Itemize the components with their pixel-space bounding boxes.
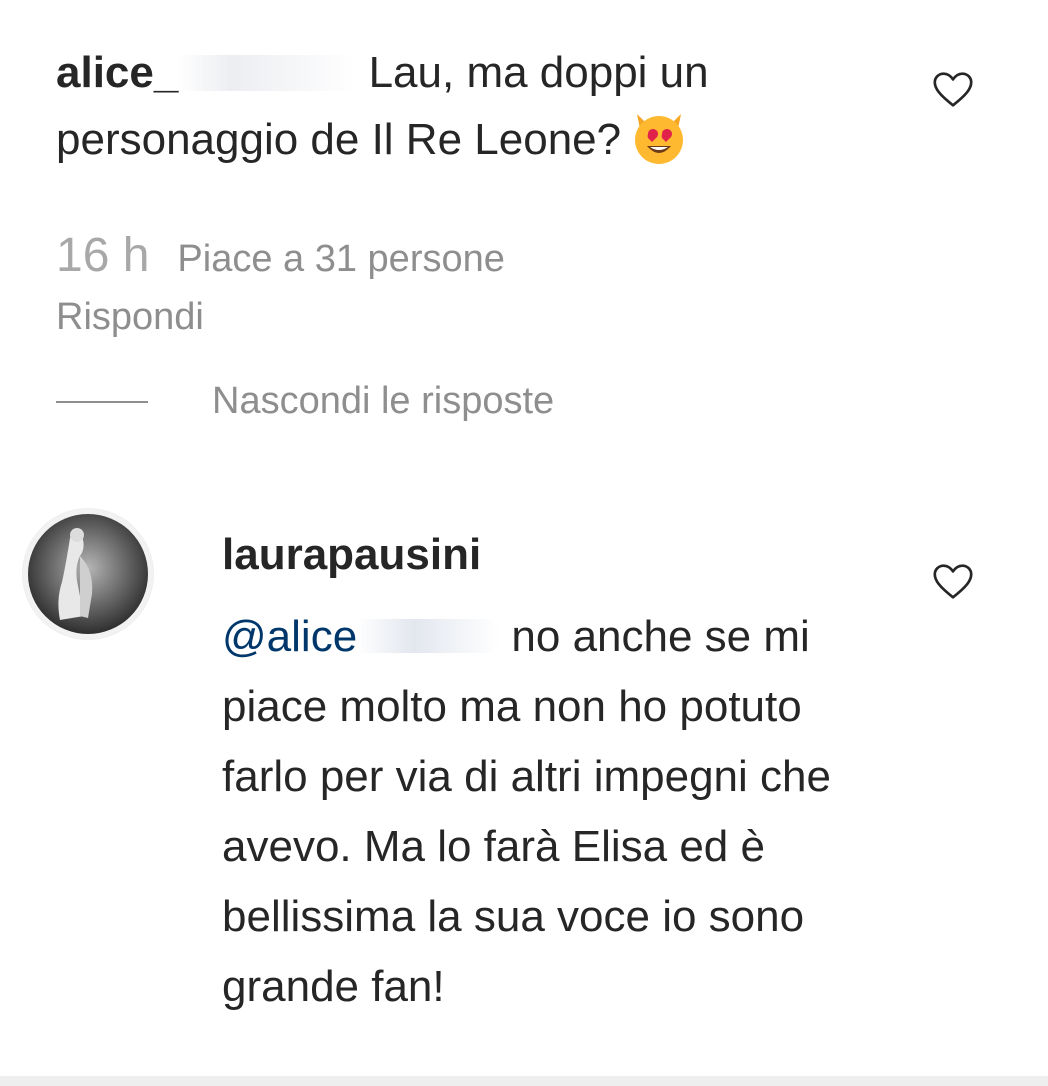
- comment-username[interactable]: alice_: [56, 48, 178, 97]
- hide-replies-toggle[interactable]: Nascondi le risposte: [56, 380, 554, 423]
- reply-text: @alice no anche se mi piace molto ma non…: [222, 602, 872, 1022]
- comment-meta: 16 h Piace a 31 persone: [56, 228, 505, 283]
- profile-photo-avatar[interactable]: [22, 508, 154, 640]
- hide-replies-label[interactable]: Nascondi le risposte: [212, 380, 554, 423]
- heart-eyes-cat-emoji-icon: [635, 114, 684, 164]
- redacted-username-blur: [178, 55, 357, 91]
- like-heart-icon[interactable]: [930, 66, 976, 112]
- reply-like-heart-icon[interactable]: [930, 558, 976, 604]
- comment-time[interactable]: 16 h: [56, 229, 149, 282]
- reply-body: no anche se mi piace molto ma non ho pot…: [222, 612, 831, 1011]
- divider-line: [56, 400, 148, 403]
- comment-text: alice_ Lau, ma doppi un personaggio de I…: [56, 42, 836, 171]
- comment-likes[interactable]: Piace a 31 persone: [177, 238, 504, 280]
- redacted-mention-blur: [357, 619, 500, 653]
- bottom-edge: [0, 1076, 1048, 1086]
- mention-link[interactable]: @alice: [222, 612, 357, 661]
- reply-button[interactable]: Rispondi: [56, 296, 204, 339]
- reply-username[interactable]: laurapausini: [222, 530, 481, 580]
